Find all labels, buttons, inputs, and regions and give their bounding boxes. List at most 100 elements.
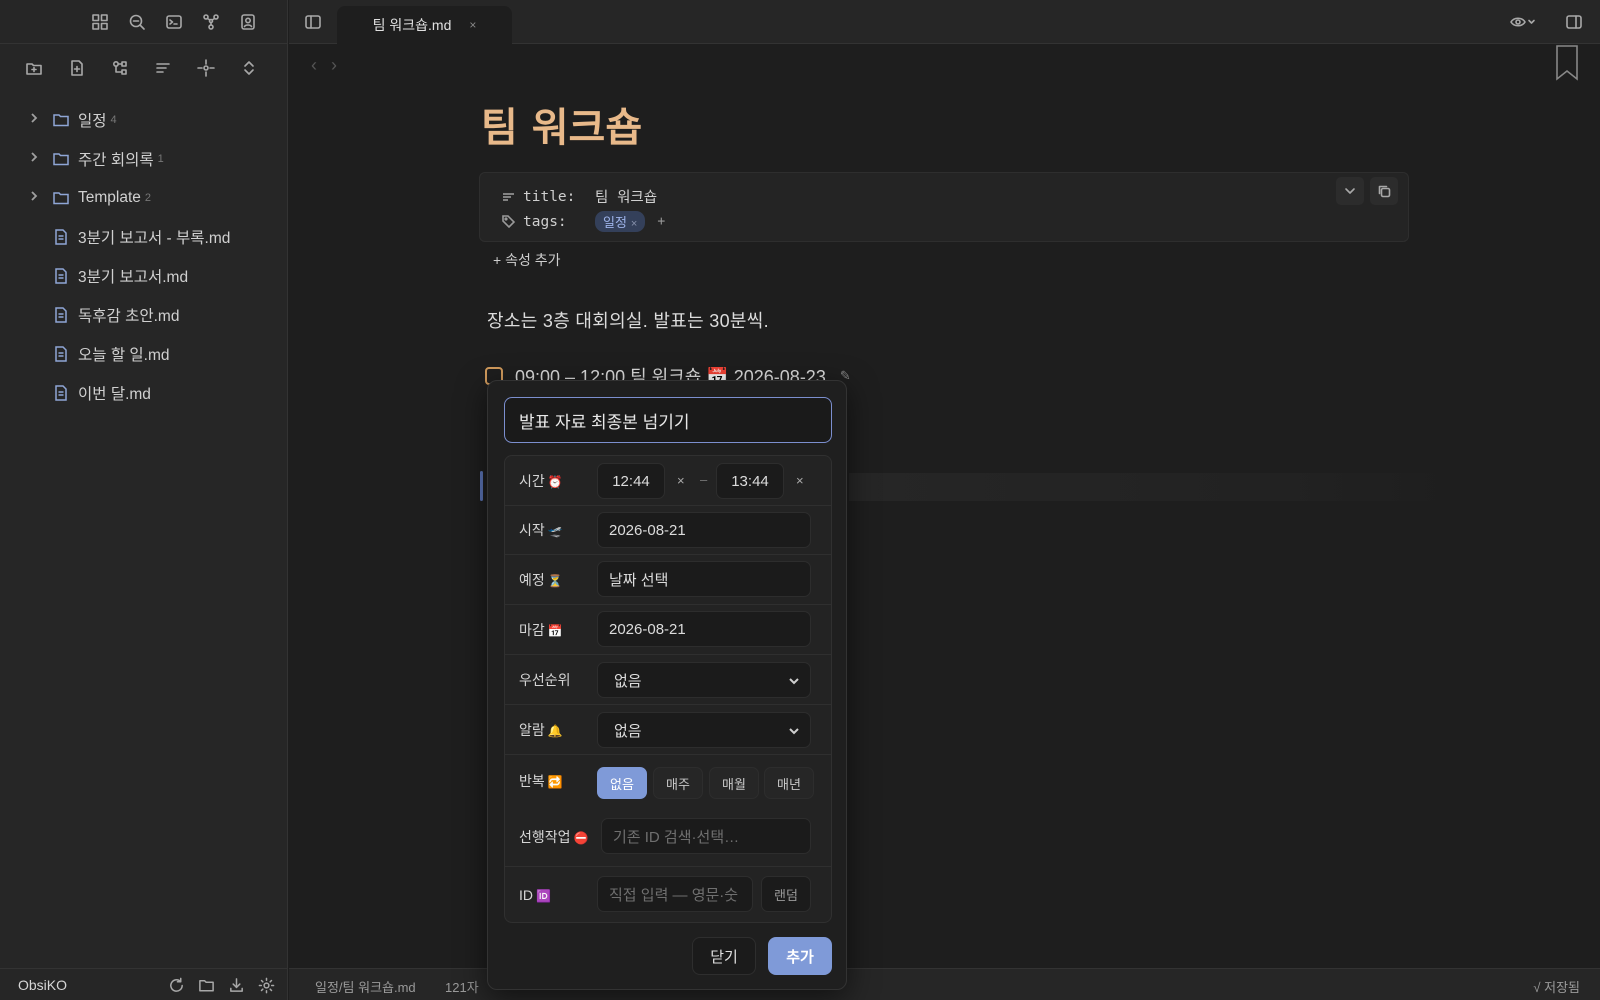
hierarchy-icon[interactable] bbox=[108, 56, 132, 80]
repeat-option-monthly[interactable]: 매월 bbox=[709, 767, 759, 799]
folder-item[interactable]: Template 2 bbox=[0, 178, 288, 217]
vault-bar: ObsiKO bbox=[0, 968, 288, 1000]
status-saved: √ 저장됨 bbox=[1533, 980, 1580, 995]
reading-view-icon[interactable] bbox=[1506, 10, 1540, 34]
alarm-label: 알람 🔔 bbox=[519, 721, 563, 738]
repeat-label: 반복 🔁 bbox=[519, 773, 563, 789]
contact-icon[interactable] bbox=[236, 10, 260, 34]
predecessor-label: 선행작업 ⛔ bbox=[519, 829, 589, 845]
time-end-input[interactable]: 13:44 bbox=[716, 463, 784, 499]
departure-icon: 🛫 bbox=[547, 524, 563, 538]
time-start-input[interactable]: 12:44 bbox=[597, 463, 665, 499]
due-date-input[interactable]: 2026-08-21 bbox=[597, 611, 811, 647]
folder-item[interactable]: 주간 회의록 1 bbox=[0, 139, 288, 178]
alarm-select[interactable]: 없음 bbox=[597, 712, 811, 748]
add-button[interactable]: 추가 bbox=[768, 937, 832, 975]
chevron-down-icon bbox=[788, 674, 800, 691]
file-icon bbox=[52, 345, 70, 363]
active-line-marker bbox=[480, 471, 483, 501]
chevron-down-icon[interactable] bbox=[1336, 177, 1364, 205]
predecessor-search-input[interactable]: 기존 ID 검색·선택… bbox=[601, 818, 811, 854]
tag-add-button[interactable]: + bbox=[657, 214, 665, 229]
priority-row: 우선순위 없음 bbox=[505, 655, 831, 705]
editor-pane: ‹ › 팀 워크숍 title: 팀 워크숍 tags: 일정 × + + 속성 … bbox=[289, 45, 1600, 968]
id-row: ID 🆔 직접 입력 — 영문·숫 랜덤 bbox=[505, 866, 831, 922]
file-label: 독후감 초안.md bbox=[78, 307, 180, 325]
chevron-right-icon bbox=[28, 190, 42, 205]
tab-close-icon[interactable]: × bbox=[469, 18, 476, 32]
task-fields: 시간 ⏰ 12:44 × – 13:44 × 시작 🛫 2026-08-21 예정 ⏳… bbox=[504, 455, 832, 923]
sidebar-toggle-icon[interactable] bbox=[301, 10, 325, 34]
sync-icon[interactable] bbox=[164, 973, 188, 997]
file-item[interactable]: 3분기 보고서.md bbox=[0, 256, 288, 295]
file-label: 이번 달.md bbox=[78, 385, 151, 403]
forward-arrow-icon[interactable]: › bbox=[331, 55, 337, 76]
id-input[interactable]: 직접 입력 — 영문·숫 bbox=[597, 876, 753, 912]
clear-time-end-icon[interactable]: × bbox=[796, 473, 804, 488]
bookmark-icon[interactable] bbox=[1554, 45, 1580, 85]
repeat-option-yearly[interactable]: 매년 bbox=[764, 767, 814, 799]
body-paragraph: 장소는 3층 대회의실. 발표는 30분씩. bbox=[487, 311, 769, 331]
due-label: 마감 📅 bbox=[519, 621, 563, 638]
priority-select[interactable]: 없음 bbox=[597, 662, 811, 698]
alarm-clock-icon: ⏰ bbox=[547, 474, 563, 489]
clear-time-start-icon[interactable]: × bbox=[677, 473, 685, 488]
file-label: 3분기 보고서 - 부록.md bbox=[78, 229, 231, 247]
graph-icon[interactable] bbox=[199, 10, 223, 34]
file-item[interactable]: 오늘 할 일.md bbox=[0, 334, 288, 373]
sort-icon[interactable] bbox=[151, 56, 175, 80]
start-label: 시작 🛫 bbox=[519, 522, 563, 538]
file-item[interactable]: 이번 달.md bbox=[0, 373, 288, 412]
right-sidebar-toggle-icon[interactable] bbox=[1562, 10, 1586, 34]
status-bar: 일정/팀 워크숍.md 121자 √ 저장됨 bbox=[289, 968, 1600, 1000]
terminal-icon[interactable] bbox=[162, 10, 186, 34]
property-value[interactable]: 팀 워크숍 bbox=[595, 186, 657, 207]
properties-panel: title: 팀 워크숍 tags: 일정 × + bbox=[479, 172, 1409, 242]
vault-name[interactable]: ObsiKO bbox=[18, 977, 67, 993]
file-icon bbox=[52, 228, 70, 246]
folder-count: 2 bbox=[144, 191, 152, 204]
scheduled-date-input[interactable]: 날짜 선택 bbox=[597, 561, 811, 597]
copy-icon[interactable] bbox=[1370, 177, 1398, 205]
property-tags[interactable]: tags: 일정 × + bbox=[502, 211, 665, 232]
text-lines-icon bbox=[503, 193, 514, 201]
search-icon[interactable] bbox=[125, 10, 149, 34]
repeat-option-none[interactable]: 없음 bbox=[597, 767, 647, 799]
file-icon bbox=[52, 384, 70, 402]
repeat-row: 반복 🔁 없음 매주 매월 매년 선행작업 ⛔ 기존 ID 검색·선택… bbox=[505, 755, 831, 863]
file-tree: 일정 4 주간 회의록 1 Template 2 3분기 보고서 - 부록.md… bbox=[0, 100, 288, 412]
folder-count: 4 bbox=[110, 113, 117, 126]
time-label: 시간 ⏰ bbox=[519, 472, 563, 489]
tag-remove-icon[interactable]: × bbox=[631, 218, 637, 230]
new-note-icon[interactable] bbox=[65, 56, 89, 80]
crosshair-icon[interactable] bbox=[194, 56, 218, 80]
file-item[interactable]: 3분기 보고서 - 부록.md bbox=[0, 217, 288, 256]
grid-icon[interactable] bbox=[88, 10, 112, 34]
left-sidebar: 일정 4 주간 회의록 1 Template 2 3분기 보고서 - 부록.md… bbox=[0, 0, 288, 1000]
folder-open-icon[interactable] bbox=[194, 973, 218, 997]
folder-count: 1 bbox=[157, 152, 164, 165]
random-id-button[interactable]: 랜덤 bbox=[761, 876, 811, 912]
tab-bar: 팀 워크숍.md × bbox=[289, 0, 1600, 44]
folder-label: 주간 회의록 bbox=[78, 151, 154, 169]
chevron-right-icon bbox=[28, 112, 42, 127]
folder-item[interactable]: 일정 4 bbox=[0, 100, 288, 139]
tag-chip[interactable]: 일정 × bbox=[595, 211, 646, 232]
tag-icon bbox=[502, 215, 515, 228]
file-item[interactable]: 독후감 초안.md bbox=[0, 295, 288, 334]
tab-active[interactable]: 팀 워크숍.md × bbox=[337, 6, 512, 44]
close-button[interactable]: 닫기 bbox=[692, 937, 756, 975]
repeat-option-weekly[interactable]: 매주 bbox=[653, 767, 703, 799]
start-date-input[interactable]: 2026-08-21 bbox=[597, 512, 811, 548]
settings-icon[interactable] bbox=[254, 973, 278, 997]
property-title[interactable]: title: 팀 워크숍 bbox=[502, 186, 657, 207]
back-arrow-icon[interactable]: ‹ bbox=[311, 55, 317, 76]
due-row: 마감 📅 2026-08-21 bbox=[505, 605, 831, 655]
expand-collapse-icon[interactable] bbox=[237, 56, 261, 80]
new-folder-icon[interactable] bbox=[22, 56, 46, 80]
download-icon[interactable] bbox=[224, 973, 248, 997]
chevron-down-icon bbox=[788, 724, 800, 741]
alarm-row: 알람 🔔 없음 bbox=[505, 705, 831, 755]
task-description-input[interactable] bbox=[504, 397, 832, 443]
add-property-button[interactable]: + 속성 추가 bbox=[479, 247, 574, 273]
